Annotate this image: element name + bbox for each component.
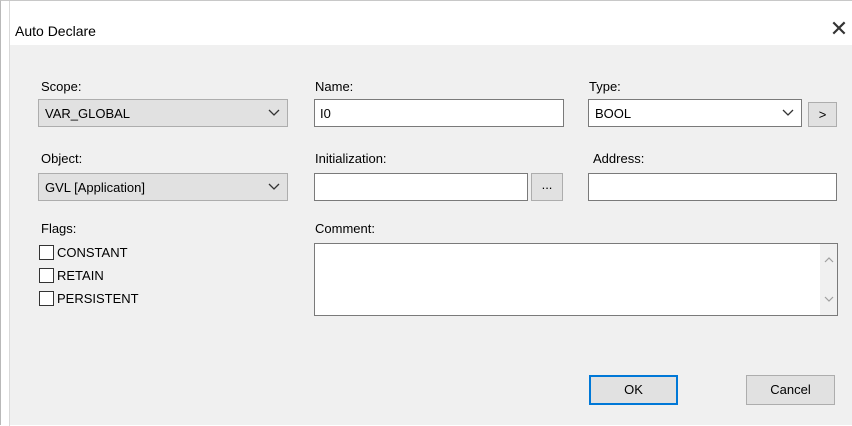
comment-scrollbar[interactable] (820, 244, 837, 315)
constant-checkbox[interactable] (39, 245, 54, 260)
chevron-down-icon (782, 109, 794, 116)
comment-label: Comment: (315, 221, 375, 236)
retain-checkbox[interactable] (39, 268, 54, 283)
flags-label: Flags: (41, 221, 77, 236)
object-value: GVL [Application] (45, 180, 145, 195)
constant-label: CONSTANT (57, 245, 128, 260)
name-value: I0 (320, 106, 331, 121)
scope-label: Scope: (41, 79, 82, 94)
name-field[interactable]: I0 (314, 99, 564, 127)
chevron-down-icon[interactable] (824, 295, 834, 303)
object-label: Object: (41, 151, 83, 166)
persistent-checkbox[interactable] (39, 291, 54, 306)
window-left-edge (1, 1, 10, 426)
chevron-down-icon (268, 183, 280, 190)
persistent-label: PERSISTENT (57, 291, 139, 306)
initialization-browse-button[interactable]: ... (531, 173, 563, 201)
ok-button[interactable]: OK (589, 375, 678, 405)
title-bar: Auto Declare ✕ (1, 1, 852, 45)
address-label: Address: (593, 151, 645, 166)
name-label: Name: (315, 79, 354, 94)
type-label: Type: (589, 79, 621, 94)
initialization-label: Initialization: (315, 151, 387, 166)
retain-label: RETAIN (57, 268, 104, 283)
type-combobox[interactable]: BOOL (588, 99, 802, 127)
scope-value: VAR_GLOBAL (45, 106, 131, 121)
address-field[interactable] (588, 173, 837, 201)
comment-textarea[interactable] (314, 243, 838, 316)
chevron-down-icon (268, 109, 280, 116)
initialization-field[interactable] (314, 173, 528, 201)
dialog-title: Auto Declare (15, 23, 96, 39)
auto-declare-dialog: Auto Declare ✕ Scope: Name: Type: VAR_GL… (0, 0, 852, 426)
scope-dropdown[interactable]: VAR_GLOBAL (38, 99, 288, 127)
cancel-button[interactable]: Cancel (746, 375, 835, 405)
close-icon[interactable]: ✕ (827, 18, 851, 42)
type-browse-button[interactable]: > (808, 102, 837, 127)
chevron-up-icon[interactable] (824, 256, 834, 264)
type-value: BOOL (595, 106, 632, 121)
object-dropdown[interactable]: GVL [Application] (38, 173, 288, 201)
